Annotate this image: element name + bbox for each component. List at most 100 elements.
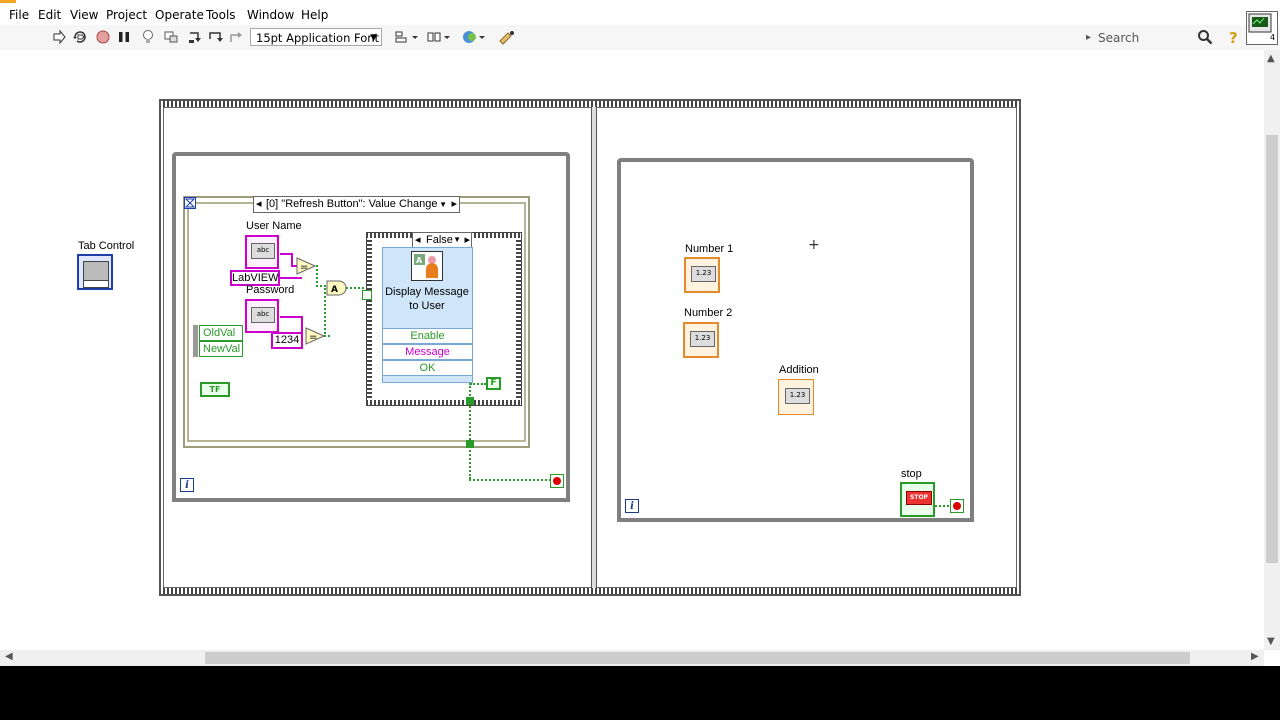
scroll-down-icon[interactable]: ▼ [1267,636,1275,647]
wire [280,316,302,318]
event-case-label: [0] "Refresh Button": Value Change [266,198,438,210]
newval-terminal[interactable]: NewVal [199,341,243,357]
user-message-icon: A [414,254,438,278]
scroll-right-icon[interactable]: ▶ [1251,651,1259,662]
svg-text:=: = [309,332,317,343]
case-selector-terminal[interactable] [362,290,372,300]
menu-project[interactable]: Project [106,8,147,22]
case-selector[interactable]: ◂ False ▼ ▸ [412,232,472,248]
menu-view[interactable]: View [70,8,98,22]
tab-icon-base [83,280,109,288]
number1-terminal[interactable]: 1.23 [684,257,720,293]
chevron-down-icon[interactable]: ▼ [453,233,461,247]
run-arrow-icon[interactable] [51,29,67,45]
message-input[interactable]: Message [382,344,473,360]
wire [935,505,949,509]
highlight-bulb-icon[interactable] [140,29,156,45]
toolbar: 15pt Application Font ▼ ▸ Search ? [0,25,1280,51]
menu-edit[interactable]: Edit [38,8,61,22]
refresh-button-terminal[interactable]: TF [200,382,230,397]
next-case-arrow-icon[interactable]: ▸ [451,197,457,212]
loop-condition-left[interactable] [550,474,564,488]
svg-text:?: ? [1229,29,1238,45]
hourglass-icon [184,198,196,208]
menu-tools[interactable]: Tools [206,8,236,22]
sequence-divider [591,107,597,588]
menu-operate[interactable]: Operate [155,8,204,22]
string-icon: abc [251,307,275,323]
loop-condition-right[interactable] [950,499,964,513]
wire [301,316,303,334]
svg-text:A: A [416,256,423,265]
svg-text:=: = [300,262,308,273]
search-icon[interactable] [1197,29,1213,45]
vertical-scroll-thumb[interactable] [1266,135,1278,563]
menu-help[interactable]: Help [301,8,328,22]
and-gate-icon[interactable]: A [326,280,348,296]
help-icon[interactable]: ? [1225,29,1241,45]
distribute-objects-icon[interactable] [427,29,451,45]
event-timeout-terminal[interactable] [184,197,196,209]
app-icon [0,0,16,3]
labview-block-diagram-window: File Edit View Project Operate Tools Win… [0,0,1280,666]
menu-file[interactable]: File [9,8,29,22]
password-label: Password [246,284,295,296]
prev-case-arrow-icon[interactable]: ◂ [256,197,262,212]
equal-comparator-1-icon[interactable]: = [296,257,316,275]
password-terminal[interactable]: abc [245,299,279,333]
menu-window[interactable]: Window [247,8,294,22]
event-case-selector[interactable]: ◂ [0] "Refresh Button": Value Change ▼ ▸ [253,196,460,213]
addition-label: Addition [779,364,819,376]
wire [280,277,302,279]
wire [469,479,551,483]
cleanup-diagram-icon[interactable] [497,29,517,45]
numeric-icon: 1.23 [690,331,715,347]
pwd-string-constant[interactable]: 1234 [271,332,303,349]
stop-icon: STOP [906,491,932,505]
tab-control-terminal[interactable] [77,254,113,290]
enable-input[interactable]: Enable [382,328,473,344]
number2-label: Number 2 [684,307,733,319]
number1-label: Number 1 [685,243,734,255]
chevron-down-icon: ▼ [370,33,377,43]
step-over-icon[interactable] [208,29,224,45]
run-continuously-icon[interactable] [72,29,88,45]
svg-text:A: A [331,285,338,295]
vi-connector-icon: 4 [1248,13,1275,42]
addition-indicator[interactable]: 1.23 [778,379,814,415]
next-case-arrow-icon[interactable]: ▸ [464,233,470,247]
iteration-terminal-left[interactable]: i [180,478,194,492]
false-constant[interactable]: F [486,377,501,390]
oldval-terminal[interactable]: OldVal [199,325,243,341]
event-data-node-bar [193,325,198,357]
scroll-up-icon[interactable]: ▲ [1267,53,1275,64]
ok-output[interactable]: OK [382,360,473,376]
reorder-icon[interactable] [462,29,486,45]
display-message-title: Display Message to User [385,286,469,312]
numeric-icon: 1.23 [785,388,810,404]
align-objects-icon[interactable] [394,29,418,45]
abort-stop-icon[interactable] [95,29,111,45]
vi-icon[interactable]: 4 [1246,11,1278,45]
retain-wire-icon[interactable] [163,29,179,45]
pause-icon[interactable] [116,29,132,45]
font-select[interactable]: 15pt Application Font ▼ [250,28,382,46]
stop-button-terminal[interactable]: STOP [900,482,935,517]
prev-case-arrow-icon[interactable]: ◂ [415,233,421,247]
tunnel [466,397,474,405]
number2-terminal[interactable]: 1.23 [683,322,719,358]
equal-comparator-2-icon[interactable]: = [305,327,325,345]
iteration-terminal-right[interactable]: i [625,499,639,513]
tab-icon [83,261,109,281]
step-out-icon[interactable] [228,29,244,45]
chevron-down-icon[interactable]: ▼ [439,197,447,212]
horizontal-scroll-thumb[interactable] [205,652,1190,664]
user-name-terminal[interactable]: abc [245,235,279,269]
scroll-left-icon[interactable]: ◀ [5,651,13,662]
cursor-crosshair-icon: + [808,237,820,253]
stop-label: stop [901,468,922,480]
search-expand-icon[interactable]: ▸ [1086,32,1091,43]
font-select-value: 15pt Application Font [256,31,380,45]
menu-bar: File Edit View Project Operate Tools Win… [0,5,1280,25]
step-into-icon[interactable] [188,29,204,45]
